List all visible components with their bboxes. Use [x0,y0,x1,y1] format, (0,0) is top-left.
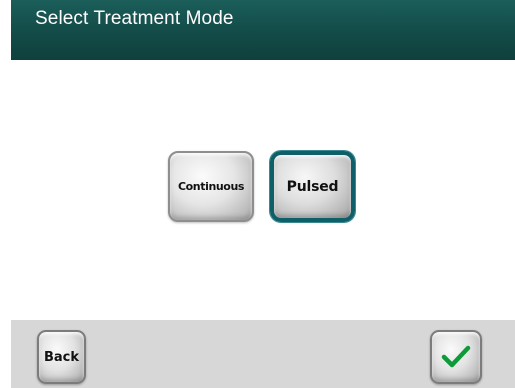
confirm-button[interactable] [430,330,482,384]
checkmark-icon [441,344,471,370]
continuous-mode-button[interactable]: Continuous [168,151,254,222]
continuous-mode-label: Continuous [177,180,245,193]
back-button[interactable]: Back [37,330,86,384]
page-title: Select Treatment Mode [35,8,234,29]
pulsed-mode-label: Pulsed [286,178,339,195]
pulsed-mode-button[interactable]: Pulsed [270,151,355,222]
title-bar: Select Treatment Mode [11,0,515,60]
treatment-mode-screen: Select Treatment Mode Continuous Pulsed … [0,0,515,388]
back-button-label: Back [43,349,80,365]
